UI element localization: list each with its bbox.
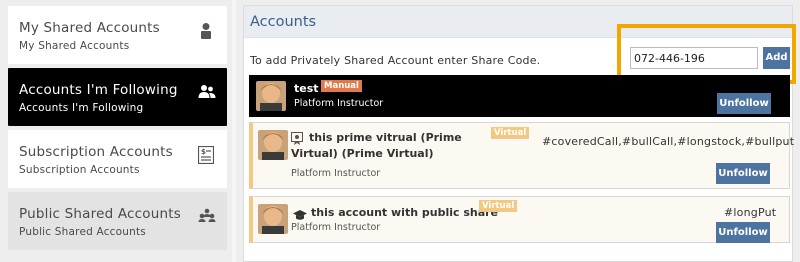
page-title: Accounts xyxy=(250,14,317,30)
sidebar-item-subtitle: Public Shared Accounts xyxy=(19,226,146,238)
sidebar-item-title: Subscription Accounts xyxy=(19,144,173,160)
account-name-line2: Virtual) (Prime Virtual) xyxy=(291,147,434,160)
sidebar-item-public-shared-accounts[interactable]: Public Shared Accounts Public Shared Acc… xyxy=(8,192,227,250)
virtual-badge: Virtual xyxy=(491,127,530,139)
page: My Shared Accounts My Shared Accounts Ac… xyxy=(0,0,800,262)
unfollow-button[interactable]: Unfollow xyxy=(716,222,770,243)
account-name: this account with public share xyxy=(311,206,499,219)
account-role: Platform Instructor xyxy=(291,222,381,233)
sidebar-item-title: Accounts I'm Following xyxy=(19,82,178,98)
manual-badge: Manual xyxy=(321,80,362,92)
graduation-cap-icon xyxy=(293,206,307,220)
account-card-prime-virtual: this prime vitrual (Prime Virtual) (Prim… xyxy=(249,122,794,189)
dollar-list-icon: $ xyxy=(197,145,215,165)
avatar xyxy=(256,81,286,111)
sidebar-item-subtitle: My Shared Accounts xyxy=(19,40,130,52)
sidebar-item-title: My Shared Accounts xyxy=(19,20,160,36)
column-divider xyxy=(232,0,236,262)
sidebar-item-title: Public Shared Accounts xyxy=(19,206,182,222)
add-button[interactable]: Add xyxy=(763,47,790,69)
account-name: this prime vitrual (Prime xyxy=(309,131,462,144)
account-role: Platform Instructor xyxy=(294,98,384,109)
sidebar: My Shared Accounts My Shared Accounts Ac… xyxy=(8,6,227,262)
sidebar-item-my-shared-accounts[interactable]: My Shared Accounts My Shared Accounts xyxy=(8,6,227,64)
certificate-icon xyxy=(291,131,303,145)
virtual-badge: Virtual xyxy=(479,200,518,212)
avatar xyxy=(258,130,288,160)
person-icon xyxy=(198,22,214,40)
unfollow-button[interactable]: Unfollow xyxy=(716,163,770,184)
unfollow-button[interactable]: Unfollow xyxy=(717,93,771,114)
sidebar-item-subtitle: Accounts I'm Following xyxy=(19,102,144,114)
avatar xyxy=(258,204,288,234)
sidebar-item-subscription-accounts[interactable]: Subscription Accounts Subscription Accou… xyxy=(8,130,227,188)
account-name: test xyxy=(294,82,319,95)
account-tags: #coveredCall,#bullCall,#longstock,#bullp… xyxy=(542,135,795,148)
account-role: Platform Instructor xyxy=(291,168,381,179)
sidebar-item-subtitle: Subscription Accounts xyxy=(19,164,140,176)
sidebar-item-accounts-following[interactable]: Accounts I'm Following Accounts I'm Foll… xyxy=(8,68,227,126)
group-icon xyxy=(198,208,216,226)
account-card-public-share: this account with public share Virtual P… xyxy=(249,196,790,243)
account-card-test: test Manual Platform Instructor Unfollow xyxy=(249,75,790,117)
svg-text:$: $ xyxy=(201,148,206,156)
share-code-instructions: To add Privately Shared Account enter Sh… xyxy=(250,54,541,67)
users-icon xyxy=(198,84,216,102)
share-code-input[interactable] xyxy=(630,47,758,69)
account-tags: #longPut xyxy=(724,206,777,219)
